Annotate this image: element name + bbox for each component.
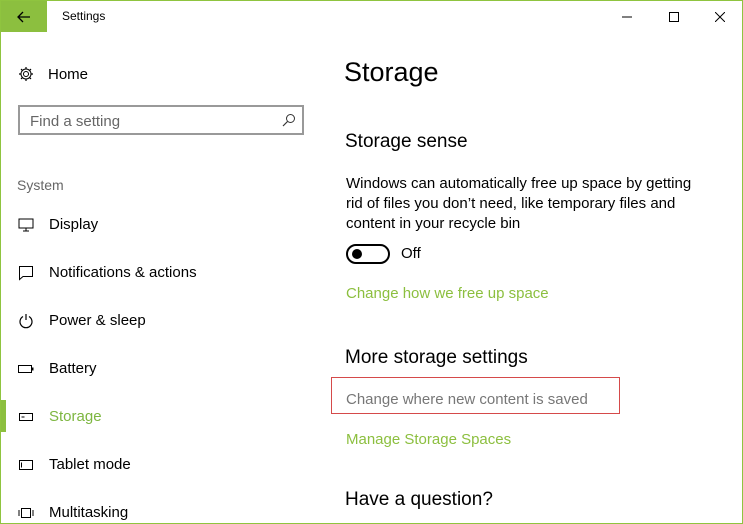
home-label: Home (48, 65, 89, 83)
settings-window: Settings Home Find a setting System Disp… (0, 0, 743, 524)
sidebar-item-tablet-mode[interactable]: Tablet mode (1, 450, 321, 480)
tablet-icon (19, 460, 33, 470)
window-title: Settings (62, 9, 106, 23)
storage-sense-description: Windows can automatically free up space … (346, 175, 692, 232)
minimize-button[interactable] (604, 1, 650, 32)
maximize-icon (669, 11, 679, 22)
toggle-knob (352, 249, 362, 259)
change-save-location-link[interactable]: Change where new content is saved (346, 391, 588, 408)
section-title-more-storage: More storage settings (345, 347, 528, 368)
sidebar-item-battery[interactable]: Battery (1, 354, 321, 384)
multitasking-icon (18, 508, 34, 518)
storage-sense-toggle[interactable] (346, 244, 390, 264)
manage-storage-spaces-link[interactable]: Manage Storage Spaces (346, 431, 511, 448)
sidebar-item-notifications[interactable]: Notifications & actions (1, 258, 321, 288)
toggle-state-label: Off (401, 245, 421, 262)
monitor-icon (18, 218, 34, 232)
group-label-system: System (17, 177, 64, 193)
sidebar-item-display[interactable]: Display (1, 210, 321, 240)
maximize-button[interactable] (651, 1, 697, 32)
minimize-icon (622, 16, 632, 17)
active-indicator (1, 400, 6, 432)
search-placeholder: Find a setting (30, 113, 121, 130)
close-button[interactable] (697, 1, 742, 32)
search-input[interactable]: Find a setting (18, 105, 304, 135)
close-icon (715, 11, 725, 22)
sidebar-item-label: Storage (49, 408, 102, 425)
battery-icon (18, 365, 34, 373)
sidebar-item-multitasking[interactable]: Multitasking (1, 498, 321, 523)
gear-icon (19, 67, 33, 81)
title-bar: Settings (1, 1, 742, 32)
notification-icon (19, 266, 33, 281)
section-title-storage-sense: Storage sense (345, 131, 468, 152)
change-free-up-space-link[interactable]: Change how we free up space (346, 285, 549, 302)
search-icon[interactable] (282, 113, 296, 127)
sidebar-item-label: Power & sleep (49, 312, 146, 329)
sidebar-item-power-sleep[interactable]: Power & sleep (1, 306, 321, 336)
sidebar-item-storage[interactable]: Storage (1, 400, 321, 432)
back-arrow-icon (17, 11, 30, 22)
section-title-question: Have a question? (345, 489, 493, 510)
sidebar-item-label: Multitasking (49, 504, 129, 521)
home-nav-item[interactable]: Home (18, 64, 88, 84)
sidebar-item-label: Notifications & actions (49, 264, 197, 281)
storage-icon (19, 413, 33, 421)
power-icon (19, 314, 33, 329)
sidebar-item-label: Battery (49, 360, 97, 377)
sidebar-item-label: Display (49, 216, 99, 233)
page-title: Storage (344, 57, 439, 87)
sidebar-item-label: Tablet mode (49, 456, 131, 473)
back-button[interactable] (1, 1, 47, 32)
